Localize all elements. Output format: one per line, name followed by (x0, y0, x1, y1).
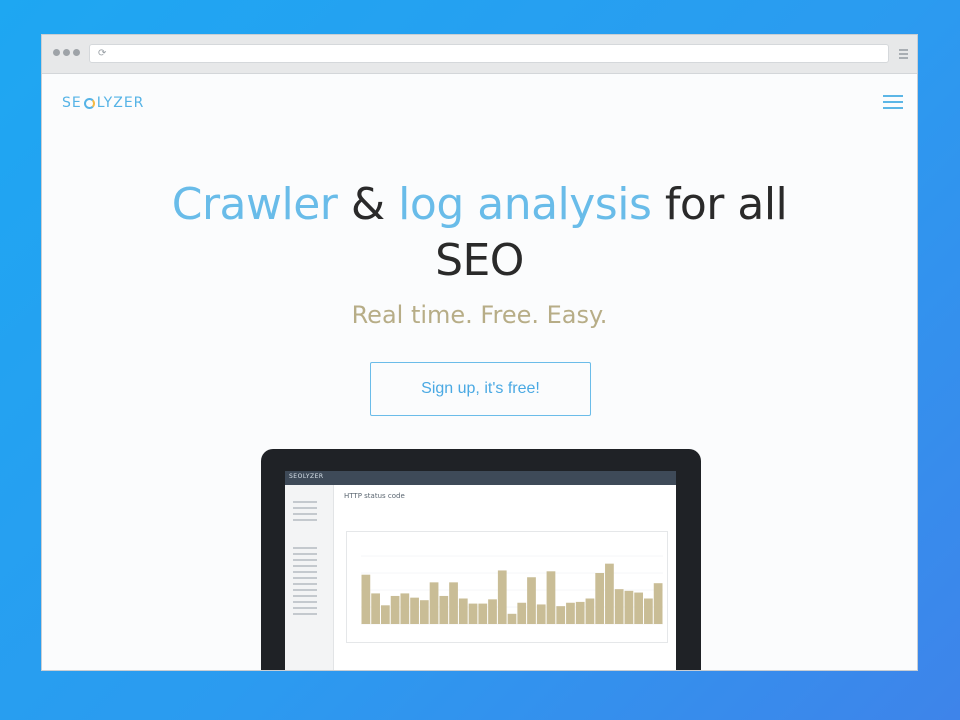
logo-o-icon (83, 97, 95, 109)
chart-bar[interactable] (371, 593, 380, 624)
status-code-bar-chart (361, 555, 663, 625)
chart-bar[interactable] (566, 602, 575, 624)
site-logo[interactable]: SE LYZER (62, 93, 144, 113)
sidebar-item (293, 571, 317, 573)
window-dot[interactable] (63, 49, 70, 56)
chart-bar[interactable] (361, 574, 371, 624)
logo-text-right: LYZER (96, 95, 145, 111)
chart-bar[interactable] (575, 601, 585, 624)
hero-title: Crawler & log analysis for all SEO (42, 177, 917, 289)
hamburger-icon[interactable] (883, 95, 903, 113)
hero-title-log-analysis: log analysis (398, 179, 652, 230)
chart-bar[interactable] (614, 589, 624, 624)
chart-bar[interactable] (527, 577, 536, 624)
browser-window: ⟳ SE LYZER Crawler & log analysis for al… (41, 34, 918, 671)
sidebar-item (293, 601, 317, 603)
chart-bar[interactable] (624, 590, 634, 624)
sidebar-item (293, 595, 317, 597)
app-sidebar (285, 485, 334, 670)
chart-bar[interactable] (497, 570, 507, 624)
chart-bar[interactable] (605, 563, 614, 624)
reload-icon[interactable]: ⟳ (98, 46, 106, 62)
chart-bar[interactable] (429, 582, 439, 624)
chart-bar[interactable] (536, 604, 546, 624)
chart-bar[interactable] (449, 582, 458, 624)
chart-bar[interactable] (517, 602, 527, 624)
sidebar-item (293, 565, 317, 567)
laptop-mockup: SEOLYZER HTTP status code (261, 449, 701, 670)
browser-menu-icon[interactable] (899, 49, 908, 61)
hero-title-for-all: for all (651, 179, 788, 230)
sidebar-item (293, 547, 317, 549)
sidebar-item (293, 607, 317, 609)
sidebar-item (293, 519, 317, 521)
browser-toolbar: ⟳ (42, 35, 917, 74)
chart-bar[interactable] (653, 583, 663, 624)
chart-bar[interactable] (634, 592, 644, 624)
sidebar-item (293, 553, 317, 555)
hero-title-amp: & (337, 179, 399, 230)
chart-bar[interactable] (458, 598, 468, 625)
app-page-title: HTTP status code (344, 492, 405, 500)
chart-bar[interactable] (507, 613, 517, 624)
window-dot[interactable] (73, 49, 80, 56)
hero-tagline: Real time. Free. Easy. (351, 301, 608, 329)
chart-bar[interactable] (595, 573, 605, 624)
hero-title-crawler: Crawler (171, 179, 338, 230)
chart-panel (346, 531, 668, 643)
sidebar-item (293, 513, 317, 515)
chart-bar[interactable] (439, 595, 449, 624)
chart-bar[interactable] (390, 595, 400, 624)
chart-bar[interactable] (419, 600, 429, 624)
sidebar-item (293, 507, 317, 509)
chart-bar[interactable] (400, 593, 410, 624)
app-topbar: SEOLYZER (285, 471, 676, 485)
chart-bar[interactable] (556, 606, 566, 624)
sidebar-item (293, 559, 317, 561)
chart-bar[interactable] (478, 603, 488, 624)
chart-bar[interactable] (468, 603, 478, 624)
app-main: HTTP status code (334, 485, 676, 670)
chart-bar[interactable] (488, 599, 497, 624)
sidebar-item (293, 589, 317, 591)
window-controls[interactable] (53, 49, 80, 56)
app-logo: SEOLYZER (289, 473, 324, 480)
chart-bar[interactable] (585, 598, 595, 625)
chart-bar[interactable] (380, 605, 390, 624)
signup-button[interactable]: Sign up, it's free! (370, 362, 591, 416)
sidebar-item (293, 613, 317, 615)
sidebar-item (293, 501, 317, 503)
chart-bar[interactable] (644, 598, 653, 625)
sidebar-item (293, 577, 317, 579)
chart-bar[interactable] (546, 571, 556, 624)
hero-title-seo: SEO (435, 235, 524, 286)
app-screenshot: SEOLYZER HTTP status code (285, 471, 676, 670)
chart-bar[interactable] (410, 597, 419, 624)
address-bar[interactable]: ⟳ (89, 44, 889, 63)
logo-text-left: SE (62, 95, 82, 111)
window-dot[interactable] (53, 49, 60, 56)
sidebar-item (293, 583, 317, 585)
